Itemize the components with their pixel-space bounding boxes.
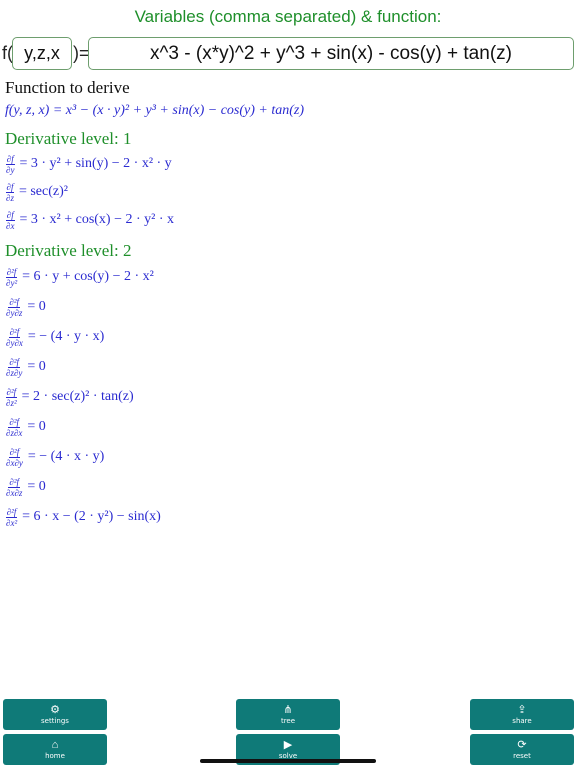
derivative-expression: = sec(z)² [18,184,68,199]
derivative-expression: = 6 · x − (2 · y²) − sin(x) [22,509,161,524]
fraction-denominator: ∂y [6,164,15,175]
derivative-expression: = 0 [27,359,46,374]
fraction-denominator: ∂y∂z [6,307,23,318]
derivative-expression: = 0 [27,479,46,494]
fraction-numerator: ∂²f [5,266,18,278]
fraction-numerator: ∂f [5,181,15,193]
derivative-level-title: Derivative level: 2 [5,241,132,260]
fraction-numerator: ∂²f [5,386,18,398]
variables-input[interactable] [12,37,72,70]
home-icon: ⌂ [51,738,59,751]
derivative-row: ∂²f ∂x∂z = 0 [5,472,571,502]
partial-fraction: ∂²f ∂x² [5,507,18,528]
home-indicator[interactable] [200,759,376,763]
reset-button[interactable]: ⟳ reset [470,734,574,765]
derivative-row: ∂f ∂x = 3 · x² + cos(x) − 2 · y² · x [5,206,571,234]
partial-fraction: ∂²f ∂z∂y [5,357,23,378]
tree-button[interactable]: ⋔ tree [236,699,340,730]
gear-icon: ⚙ [50,703,60,716]
function-expression: f(y, z, x) = x³ − (x · y)² + y³ + sin(x)… [5,103,305,118]
derivative-results: Function to derive f(y, z, x) = x³ − (x … [5,78,571,532]
home-button[interactable]: ⌂ home [3,734,107,765]
fraction-numerator: ∂f [5,209,15,221]
fraction-denominator: ∂y∂x [6,337,23,348]
partial-fraction: ∂²f ∂z² [5,387,18,408]
fraction-numerator: ∂²f [8,326,21,338]
toolbar-top-row: ⚙ settings ⋔ tree ⇪ share [0,699,576,735]
fraction-denominator: ∂y² [6,277,18,288]
partial-fraction: ∂²f ∂y∂z [5,297,23,318]
derivative-expression: = 2 · sec(z)² · tan(z) [21,389,134,404]
fraction-denominator: ∂x∂z [6,487,23,498]
derivative-row: ∂²f ∂y² = 6 · y + cos(y) − 2 · x² [5,262,571,292]
fraction-denominator: ∂x² [6,517,18,528]
partial-fraction: ∂²f ∂y² [5,267,18,288]
fraction-denominator: ∂z [6,192,14,203]
derivative-expression: = 3 · x² + cos(x) − 2 · y² · x [19,212,175,227]
fraction-denominator: ∂z² [6,397,17,408]
share-label: share [512,716,532,725]
partial-fraction: ∂f ∂x [5,210,15,231]
fraction-numerator: ∂²f [5,506,18,518]
derivative-expression: = − (4 · x · y) [27,449,105,464]
fraction-numerator: ∂²f [8,356,21,368]
derivative-row: ∂²f ∂x² = 6 · x − (2 · y²) − sin(x) [5,502,571,532]
derivative-expression: = 0 [27,419,46,434]
function-heading: Function to derive [5,78,130,97]
function-input-row: f( )= [0,36,576,72]
partial-fraction: ∂f ∂y [5,154,15,175]
settings-label: settings [41,716,69,725]
derivative-expression: = 6 · y + cos(y) − 2 · x² [22,269,154,284]
fraction-denominator: ∂z∂x [6,427,23,438]
function-display: f(y, z, x) = x³ − (x · y)² + y³ + sin(x)… [5,98,571,124]
reset-icon: ⟳ [517,738,527,751]
partial-fraction: ∂²f ∂y∂x [5,327,24,348]
derivative-expression: = − (4 · y · x) [27,329,105,344]
fraction-numerator: ∂²f [8,476,21,488]
derivative-row: ∂²f ∂z² = 2 · sec(z)² · tan(z) [5,382,571,412]
function-input[interactable] [88,37,574,70]
settings-button[interactable]: ⚙ settings [3,699,107,730]
derivative-expression: = 3 · y² + sin(y) − 2 · x² · y [19,156,172,171]
header-title: Variables (comma separated) & function: [134,7,442,26]
share-button[interactable]: ⇪ share [470,699,574,730]
derivative-row: ∂²f ∂y∂z = 0 [5,292,571,322]
derivative-row: ∂f ∂z = sec(z)² [5,178,571,206]
fraction-denominator: ∂x [6,220,15,231]
play-icon: ▶ [283,738,293,751]
derivative-level-title: Derivative level: 1 [5,129,132,148]
partial-fraction: ∂²f ∂x∂z [5,477,23,498]
derivative-row: ∂²f ∂z∂x = 0 [5,412,571,442]
partial-fraction: ∂²f ∂z∂x [5,417,23,438]
fraction-denominator: ∂z∂y [6,367,23,378]
reset-label: reset [513,751,531,760]
fraction-numerator: ∂f [5,153,15,165]
share-icon: ⇪ [517,703,527,716]
derivative-expression: = 0 [27,299,46,314]
tree-label: tree [280,716,296,725]
derivative-row: ∂²f ∂x∂y = − (4 · x · y) [5,442,571,472]
derivative-row: ∂f ∂y = 3 · y² + sin(y) − 2 · x² · y [5,150,571,178]
tree-icon: ⋔ [283,703,293,716]
derivative-row: ∂²f ∂z∂y = 0 [5,352,571,382]
fraction-numerator: ∂²f [8,416,21,428]
partial-fraction: ∂f ∂z [5,182,15,203]
fraction-numerator: ∂²f [8,446,21,458]
home-label: home [45,751,65,760]
partial-fraction: ∂²f ∂x∂y [5,447,24,468]
fraction-numerator: ∂²f [8,296,21,308]
fraction-denominator: ∂x∂y [6,457,23,468]
derivative-row: ∂²f ∂y∂x = − (4 · y · x) [5,322,571,352]
